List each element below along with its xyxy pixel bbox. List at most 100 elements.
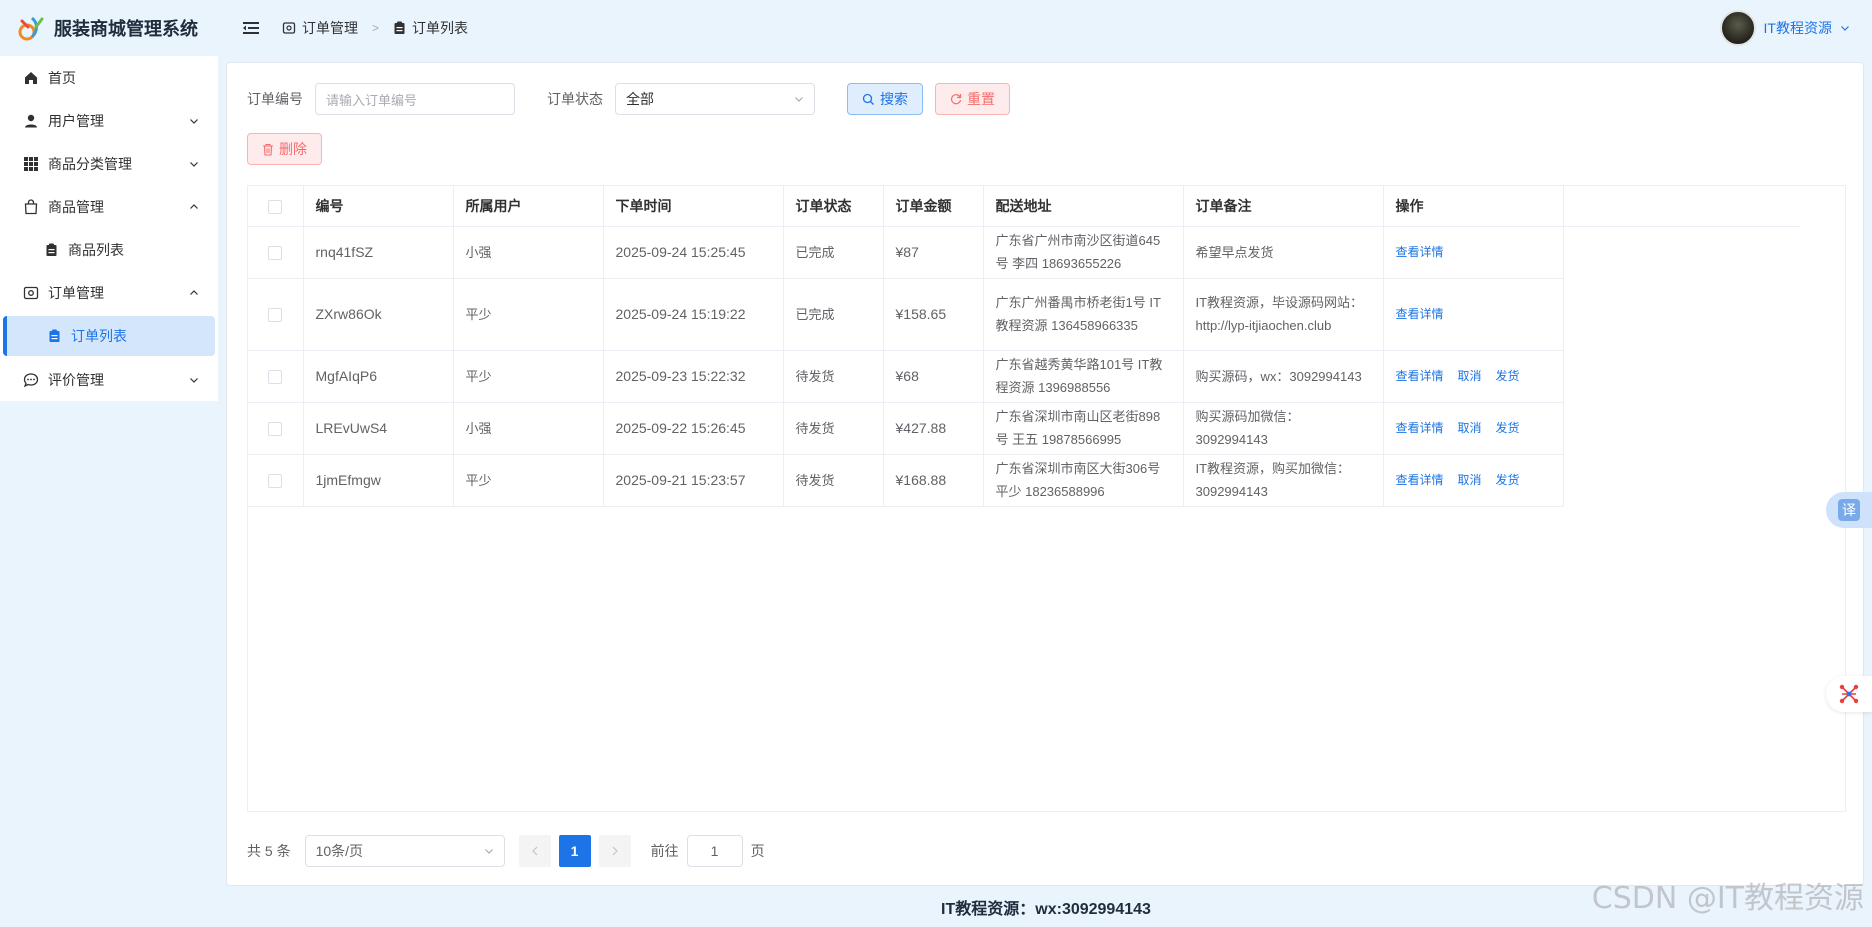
table-row: MgfAIqP6 平少 2025-09-23 15:22:32 待发货 ¥68 广东省越秀…	[248, 350, 1800, 403]
ship-link[interactable]: 发货	[1496, 369, 1520, 383]
order-address-cell: 广东省越秀黄华路101号 IT教程资源 1396988556	[983, 350, 1184, 403]
pagination-total: 共 5 条	[247, 843, 291, 859]
status-label: 订单状态	[547, 91, 603, 107]
order-user-cell: 小强	[453, 402, 604, 455]
row-checkbox[interactable]	[268, 307, 283, 322]
order-remark-cell: IT教程资源，购买加微信：3092994143	[1183, 454, 1384, 507]
user-name[interactable]: IT教程资源	[1764, 18, 1832, 38]
delete-button[interactable]: 删除	[247, 133, 322, 165]
sidebar-item[interactable]: 商品列表	[0, 228, 218, 271]
prev-page-button[interactable]	[518, 835, 551, 867]
translate-float-button[interactable]: 译	[1826, 492, 1872, 528]
filter-bar: 订单编号 请输入订单编号 订单状态 全部 搜索 重置	[247, 83, 1010, 115]
order-id-cell: ZXrw86Ok	[303, 278, 454, 351]
chevron-down-icon	[188, 158, 200, 170]
row-select-cell	[248, 278, 304, 351]
order-actions-cell: 查看详情 取消 发货	[1383, 350, 1564, 403]
order-status-cell: 已完成	[783, 226, 884, 279]
sidebar-item-label: 订单管理	[48, 284, 104, 301]
column-header: 配送地址	[983, 186, 1184, 227]
table-row: ZXrw86Ok 平少 2025-09-24 15:19:22 已完成 ¥158.65 广…	[248, 278, 1800, 351]
reset-button[interactable]: 重置	[935, 83, 1010, 115]
order-remark-cell: 购买源码加微信：3092994143	[1183, 402, 1384, 455]
breadcrumb: 订单管理 > 订单列表	[282, 18, 468, 38]
home-icon	[22, 69, 40, 87]
ship-link[interactable]: 发货	[1496, 421, 1520, 435]
table-filler-cell	[1563, 402, 1800, 454]
select-all-cell	[248, 186, 304, 227]
delete-button-label: 删除	[279, 141, 307, 157]
cancel-link[interactable]: 取消	[1458, 369, 1482, 383]
order-amount-cell: ¥427.88	[883, 402, 984, 455]
sidebar-item[interactable]: 评价管理	[0, 358, 218, 401]
clipboard-icon	[45, 327, 63, 345]
order-amount-cell: ¥87	[883, 226, 984, 279]
order-user-cell: 平少	[453, 350, 604, 403]
view-detail-link[interactable]: 查看详情	[1396, 421, 1444, 435]
cancel-link[interactable]: 取消	[1458, 421, 1482, 435]
menu-toggle-icon[interactable]	[242, 19, 260, 37]
table-header-row: 编号 所属用户 下单时间 订单状态 订单金额 配送地址 订单备注 操作	[248, 186, 1800, 227]
chevron-right-icon	[612, 846, 618, 856]
refresh-icon	[950, 94, 962, 105]
row-select-cell	[248, 402, 304, 455]
sidebar-item[interactable]: 商品分类管理	[0, 142, 218, 185]
search-button-label: 搜索	[880, 91, 908, 107]
sidebar: 服装商城管理系统 首页 用户管理 商品分类管理 商品管理 商品列表 订单管理 订单列表 评价管…	[0, 0, 220, 927]
sidebar-item[interactable]: 首页	[0, 56, 218, 99]
ship-link[interactable]: 发货	[1496, 473, 1520, 487]
sidebar-item[interactable]: 商品管理	[0, 185, 218, 228]
breadcrumb-item-order-management[interactable]: 订单管理	[302, 18, 358, 38]
column-header: 订单金额	[883, 186, 984, 227]
table-filler-cell	[1563, 278, 1800, 350]
sidebar-item-label: 商品管理	[48, 198, 104, 215]
page-size-select[interactable]: 10条/页	[304, 835, 505, 867]
row-checkbox[interactable]	[268, 369, 283, 384]
search-button[interactable]: 搜索	[847, 83, 923, 115]
order-amount-cell: ¥158.65	[883, 278, 984, 351]
page-size-value: 10条/页	[315, 843, 364, 859]
user-menu[interactable]: IT教程资源	[1719, 10, 1850, 46]
order-time-cell: 2025-09-22 15:26:45	[603, 402, 784, 455]
view-detail-link[interactable]: 查看详情	[1396, 245, 1444, 259]
row-checkbox[interactable]	[268, 473, 283, 488]
order-icon	[22, 284, 40, 302]
order-no-input[interactable]: 请输入订单编号	[315, 83, 515, 115]
order-id-cell: LREvUwS4	[303, 402, 454, 455]
table-row: rnq41fSZ 小强 2025-09-24 15:25:45 已完成 ¥87 广东省广州…	[248, 226, 1800, 279]
view-detail-link[interactable]: 查看详情	[1396, 473, 1444, 487]
view-detail-link[interactable]: 查看详情	[1396, 369, 1444, 383]
sidebar-item[interactable]: 订单列表	[3, 316, 215, 356]
order-no-placeholder: 请输入订单编号	[326, 92, 418, 108]
select-all-checkbox[interactable]	[268, 199, 283, 214]
sidebar-item-label: 评价管理	[48, 371, 104, 388]
page-number-current[interactable]: 1	[558, 835, 591, 867]
chevron-left-icon	[531, 846, 538, 856]
sidebar-item-label: 商品分类管理	[48, 155, 132, 172]
view-detail-link[interactable]: 查看详情	[1396, 307, 1444, 321]
grid-icon	[22, 155, 40, 173]
order-remark-cell: 希望早点发货	[1183, 226, 1384, 279]
order-user-cell: 平少	[453, 454, 604, 507]
row-checkbox[interactable]	[268, 245, 283, 260]
row-select-cell	[248, 226, 304, 279]
order-user-cell: 平少	[453, 278, 604, 351]
order-address-cell: 广东省深圳市南区大街306号 平少 18236588996	[983, 454, 1184, 507]
chevron-down-icon[interactable]	[1840, 23, 1850, 33]
breadcrumb-item-order-list: 订单列表	[412, 20, 469, 36]
table-row: 1jmEfmgw 平少 2025-09-21 15:23:57 待发货 ¥168.88 广…	[248, 454, 1800, 507]
avatar[interactable]	[1719, 10, 1756, 46]
order-amount-cell: ¥168.88	[883, 454, 984, 507]
sidebar-item-label: 首页	[48, 69, 76, 86]
order-id-cell: rnq41fSZ	[303, 226, 454, 279]
ai-assistant-float-button[interactable]	[1826, 676, 1872, 712]
row-checkbox[interactable]	[268, 421, 283, 436]
status-select[interactable]: 全部	[615, 83, 815, 115]
user-icon	[22, 112, 40, 130]
goto-page-input[interactable]: 1	[686, 835, 743, 867]
cancel-link[interactable]: 取消	[1458, 473, 1482, 487]
bag-icon	[22, 198, 40, 216]
sidebar-item[interactable]: 用户管理	[0, 99, 218, 142]
next-page-button[interactable]	[598, 835, 631, 867]
sidebar-item[interactable]: 订单管理	[0, 271, 218, 314]
